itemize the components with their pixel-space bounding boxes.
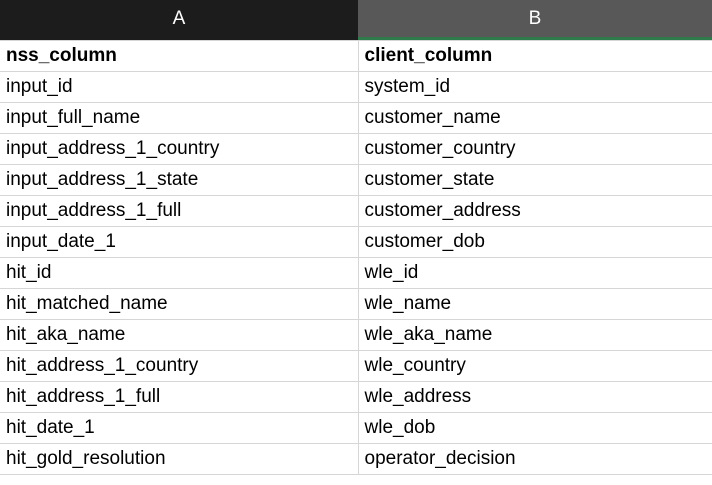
cell-a1[interactable]: nss_column xyxy=(0,40,359,72)
cell-b9[interactable]: wle_name xyxy=(357,288,712,320)
column-header-a[interactable]: A xyxy=(0,0,358,40)
cell-a6[interactable]: input_address_1_full xyxy=(0,195,359,227)
cell-a10[interactable]: hit_aka_name xyxy=(0,319,359,351)
table-row: input_id system_id xyxy=(0,71,712,103)
cell-b11[interactable]: wle_country xyxy=(357,350,712,382)
cell-b1[interactable]: client_column xyxy=(357,40,712,72)
cell-b8[interactable]: wle_id xyxy=(357,257,712,289)
cell-a2[interactable]: input_id xyxy=(0,71,359,103)
table-row: input_date_1 customer_dob xyxy=(0,226,712,258)
table-row-header: nss_column client_column xyxy=(0,40,712,72)
cell-a7[interactable]: input_date_1 xyxy=(0,226,359,258)
cell-a12[interactable]: hit_address_1_full xyxy=(0,381,359,413)
table-row: input_full_name customer_name xyxy=(0,102,712,134)
cell-b4[interactable]: customer_country xyxy=(357,133,712,165)
cell-a13[interactable]: hit_date_1 xyxy=(0,412,359,444)
cell-a14[interactable]: hit_gold_resolution xyxy=(0,443,359,475)
cell-grid: nss_column client_column input_id system_… xyxy=(0,40,712,475)
cell-a3[interactable]: input_full_name xyxy=(0,102,359,134)
cell-b3[interactable]: customer_name xyxy=(357,102,712,134)
table-row: hit_matched_name wle_name xyxy=(0,288,712,320)
cell-a5[interactable]: input_address_1_state xyxy=(0,164,359,196)
spreadsheet: A B nss_column client_column input_id sys… xyxy=(0,0,712,485)
cell-b2[interactable]: system_id xyxy=(357,71,712,103)
cell-b12[interactable]: wle_address xyxy=(357,381,712,413)
cell-b13[interactable]: wle_dob xyxy=(357,412,712,444)
column-header-b[interactable]: B xyxy=(358,0,712,40)
cell-b10[interactable]: wle_aka_name xyxy=(357,319,712,351)
cell-a8[interactable]: hit_id xyxy=(0,257,359,289)
cell-a4[interactable]: input_address_1_country xyxy=(0,133,359,165)
table-row: hit_id wle_id xyxy=(0,257,712,289)
cell-b5[interactable]: customer_state xyxy=(357,164,712,196)
table-row: input_address_1_state customer_state xyxy=(0,164,712,196)
cell-a9[interactable]: hit_matched_name xyxy=(0,288,359,320)
table-row: hit_address_1_country wle_country xyxy=(0,350,712,382)
column-headers: A B xyxy=(0,0,712,40)
table-row: input_address_1_country customer_country xyxy=(0,133,712,165)
table-row: hit_address_1_full wle_address xyxy=(0,381,712,413)
cell-b7[interactable]: customer_dob xyxy=(357,226,712,258)
table-row: hit_date_1 wle_dob xyxy=(0,412,712,444)
table-row: hit_aka_name wle_aka_name xyxy=(0,319,712,351)
cell-b14[interactable]: operator_decision xyxy=(357,443,712,475)
table-row: input_address_1_full customer_address xyxy=(0,195,712,227)
cell-b6[interactable]: customer_address xyxy=(357,195,712,227)
cell-a11[interactable]: hit_address_1_country xyxy=(0,350,359,382)
table-row: hit_gold_resolution operator_decision xyxy=(0,443,712,475)
